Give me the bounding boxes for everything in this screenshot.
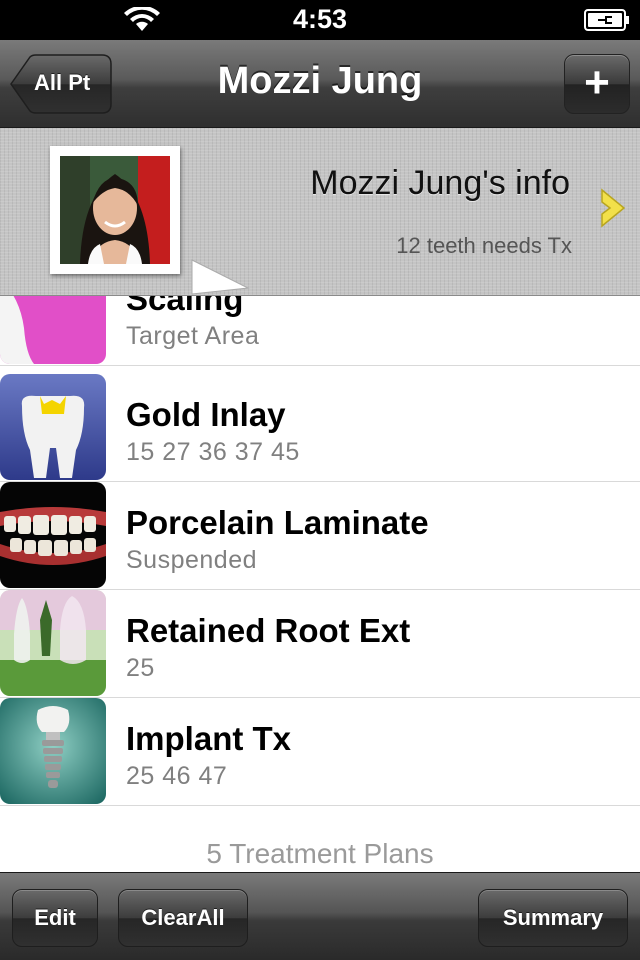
list-item[interactable]: Porcelain Laminate Suspended bbox=[0, 482, 640, 590]
treatment-plan-list: Scaling Target Area Gold Inlay 15 27 36 … bbox=[0, 266, 640, 872]
treatment-detail: 25 bbox=[126, 654, 155, 682]
patient-photo-frame bbox=[50, 146, 180, 274]
clear-all-button[interactable]: ClearAll bbox=[118, 889, 248, 947]
treatment-title: Gold Inlay bbox=[126, 396, 286, 433]
implant-thumbnail bbox=[0, 698, 106, 804]
treatment-detail: Suspended bbox=[126, 546, 258, 574]
navigation-bar: All Pt Mozzi Jung + bbox=[0, 40, 640, 128]
chevron-right-icon[interactable] bbox=[598, 186, 630, 230]
add-button[interactable]: + bbox=[564, 54, 630, 114]
battery-charging-icon bbox=[584, 9, 629, 31]
treatment-title: Implant Tx bbox=[126, 720, 292, 757]
treatment-plan-count: 5 Treatment Plans bbox=[206, 838, 434, 869]
bottom-toolbar: Edit ClearAll Summary bbox=[0, 872, 640, 960]
patient-avatar bbox=[60, 156, 170, 264]
treatment-detail: 25 46 47 bbox=[126, 762, 228, 790]
summary-button[interactable]: Summary bbox=[478, 889, 628, 947]
list-item[interactable]: Retained Root Ext 25 bbox=[0, 590, 640, 698]
patient-info-header[interactable]: Mozzi Jung's info 12 teeth needs Tx bbox=[0, 128, 640, 296]
list-item[interactable]: Implant Tx 25 46 47 bbox=[0, 698, 640, 806]
status-time: 4:53 bbox=[292, 4, 348, 34]
list-item[interactable]: Gold Inlay 15 27 36 37 45 bbox=[0, 374, 640, 482]
treatment-title: Porcelain Laminate bbox=[126, 504, 429, 541]
treatment-detail: 15 27 36 37 45 bbox=[126, 438, 300, 466]
gold-inlay-thumbnail bbox=[0, 374, 106, 480]
porcelain-laminate-thumbnail bbox=[0, 482, 106, 588]
status-bar: 4:53 bbox=[0, 0, 640, 40]
treatment-title: Retained Root Ext bbox=[126, 612, 411, 649]
edit-button[interactable]: Edit bbox=[12, 889, 98, 947]
photo-callout-tail bbox=[191, 259, 250, 295]
treatment-detail: Target Area bbox=[126, 322, 260, 350]
retained-root-extraction-thumbnail bbox=[0, 590, 106, 696]
page-title: Mozzi Jung bbox=[217, 60, 423, 102]
patient-info-title: Mozzi Jung's info bbox=[310, 164, 570, 202]
teeth-needs-treatment-count: 12 teeth needs Tx bbox=[396, 233, 572, 258]
